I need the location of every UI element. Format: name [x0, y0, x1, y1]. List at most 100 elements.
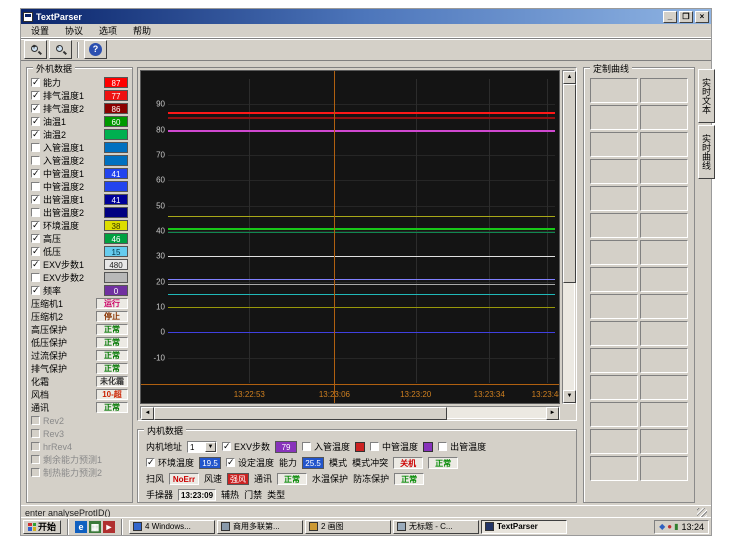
- row-checkbox[interactable]: [31, 208, 40, 217]
- row-checkbox[interactable]: [31, 247, 40, 256]
- curve-slot[interactable]: [640, 456, 688, 481]
- curve-slot[interactable]: [590, 213, 638, 238]
- help-button[interactable]: ?: [84, 40, 107, 59]
- row-checkbox[interactable]: [31, 104, 40, 113]
- zoom-in-button[interactable]: +: [24, 40, 47, 59]
- curve-slot[interactable]: [590, 348, 638, 373]
- row-checkbox[interactable]: [31, 156, 40, 165]
- task-button[interactable]: 2 画图: [305, 520, 391, 534]
- task-label: 无标题 - C...: [409, 521, 453, 532]
- curve-slot[interactable]: [640, 267, 688, 292]
- horizontal-scroll-thumb[interactable]: [154, 407, 447, 420]
- row-checkbox[interactable]: [31, 234, 40, 243]
- curve-slot[interactable]: [590, 132, 638, 157]
- curve-slot[interactable]: [640, 132, 688, 157]
- row-checkbox[interactable]: [31, 78, 40, 87]
- row-checkbox[interactable]: [31, 91, 40, 100]
- curve-slot[interactable]: [590, 105, 638, 130]
- network-icon[interactable]: ▮: [674, 522, 678, 532]
- task-button[interactable]: 商用多联第...: [217, 520, 303, 534]
- row-checkbox[interactable]: [31, 442, 40, 451]
- chart-cursor[interactable]: [334, 71, 335, 403]
- curve-slot[interactable]: [640, 159, 688, 184]
- curve-slot[interactable]: [640, 321, 688, 346]
- data-row: Rev3: [31, 427, 128, 440]
- resize-grip[interactable]: [697, 508, 707, 518]
- curve-slot[interactable]: [590, 375, 638, 400]
- row-checkbox[interactable]: [31, 143, 40, 152]
- field-checkbox[interactable]: [370, 442, 379, 451]
- vertical-scroll-thumb[interactable]: [563, 84, 576, 283]
- zoom-out-button[interactable]: -: [49, 40, 72, 59]
- task-button[interactable]: 无标题 - C...: [393, 520, 479, 534]
- scroll-up-icon[interactable]: ▲: [563, 71, 576, 84]
- curve-slot[interactable]: [640, 78, 688, 103]
- field-checkbox[interactable]: [438, 442, 447, 451]
- scroll-left-icon[interactable]: ◄: [141, 407, 154, 420]
- task-button[interactable]: 4 Windows...: [129, 520, 215, 534]
- row-checkbox[interactable]: [31, 429, 40, 438]
- curve-slot[interactable]: [590, 78, 638, 103]
- vertical-scrollbar[interactable]: ▲ ▼: [562, 70, 575, 404]
- start-button[interactable]: 开始: [23, 520, 61, 534]
- maximize-button[interactable]: ❐: [679, 11, 693, 23]
- media-player-icon[interactable]: ►: [103, 521, 115, 533]
- menu-item[interactable]: 选项: [91, 24, 125, 37]
- menu-item[interactable]: 设置: [23, 24, 57, 37]
- curve-slot[interactable]: [640, 402, 688, 427]
- curve-slot[interactable]: [590, 294, 638, 319]
- row-checkbox[interactable]: [31, 130, 40, 139]
- show-desktop-icon[interactable]: ▦: [89, 521, 101, 533]
- ie-icon[interactable]: e: [75, 521, 87, 533]
- row-checkbox[interactable]: [31, 416, 40, 425]
- data-row: 入管温度2: [31, 154, 128, 167]
- curve-slot[interactable]: [590, 321, 638, 346]
- curve-slot[interactable]: [590, 456, 638, 481]
- curve-line: [168, 307, 555, 308]
- address-combobox[interactable]: 1▼: [187, 441, 217, 453]
- chevron-down-icon[interactable]: ▼: [205, 442, 216, 452]
- row-checkbox[interactable]: [31, 286, 40, 295]
- data-row: 排气保护正常: [31, 362, 128, 375]
- close-button[interactable]: ×: [695, 11, 709, 23]
- curve-slot[interactable]: [640, 294, 688, 319]
- curve-slot[interactable]: [640, 240, 688, 265]
- curve-slot[interactable]: [640, 105, 688, 130]
- view-tab[interactable]: 实时曲线: [698, 125, 715, 179]
- row-checkbox[interactable]: [31, 182, 40, 191]
- row-checkbox[interactable]: [31, 273, 40, 282]
- curve-slot[interactable]: [640, 213, 688, 238]
- row-checkbox[interactable]: [31, 195, 40, 204]
- curve-slot[interactable]: [590, 240, 638, 265]
- field-label: 内机地址: [146, 440, 182, 453]
- volume-icon[interactable]: ◆: [659, 522, 665, 532]
- curve-slot[interactable]: [590, 159, 638, 184]
- curve-slot[interactable]: [590, 267, 638, 292]
- field-checkbox[interactable]: [222, 442, 231, 451]
- row-checkbox[interactable]: [31, 169, 40, 178]
- minimize-button[interactable]: _: [663, 11, 677, 23]
- curve-slot[interactable]: [590, 402, 638, 427]
- curve-slot[interactable]: [640, 375, 688, 400]
- curve-slot[interactable]: [640, 348, 688, 373]
- menu-item[interactable]: 帮助: [125, 24, 159, 37]
- row-checkbox[interactable]: [31, 117, 40, 126]
- row-checkbox[interactable]: [31, 455, 40, 464]
- curve-slot[interactable]: [590, 429, 638, 454]
- field-checkbox[interactable]: [146, 458, 155, 467]
- horizontal-scrollbar[interactable]: ◄ ►: [140, 406, 560, 419]
- scroll-right-icon[interactable]: ►: [546, 407, 559, 420]
- curve-slot[interactable]: [640, 429, 688, 454]
- menu-item[interactable]: 协议: [57, 24, 91, 37]
- task-button[interactable]: TextParser: [481, 520, 567, 534]
- alert-icon[interactable]: ●: [667, 522, 672, 532]
- view-tab[interactable]: 实时文本: [698, 69, 715, 123]
- curve-slot[interactable]: [640, 186, 688, 211]
- field-checkbox[interactable]: [226, 458, 235, 467]
- row-checkbox[interactable]: [31, 468, 40, 477]
- curve-slot[interactable]: [590, 186, 638, 211]
- field-checkbox[interactable]: [302, 442, 311, 451]
- scroll-down-icon[interactable]: ▼: [563, 390, 576, 403]
- row-checkbox[interactable]: [31, 221, 40, 230]
- row-checkbox[interactable]: [31, 260, 40, 269]
